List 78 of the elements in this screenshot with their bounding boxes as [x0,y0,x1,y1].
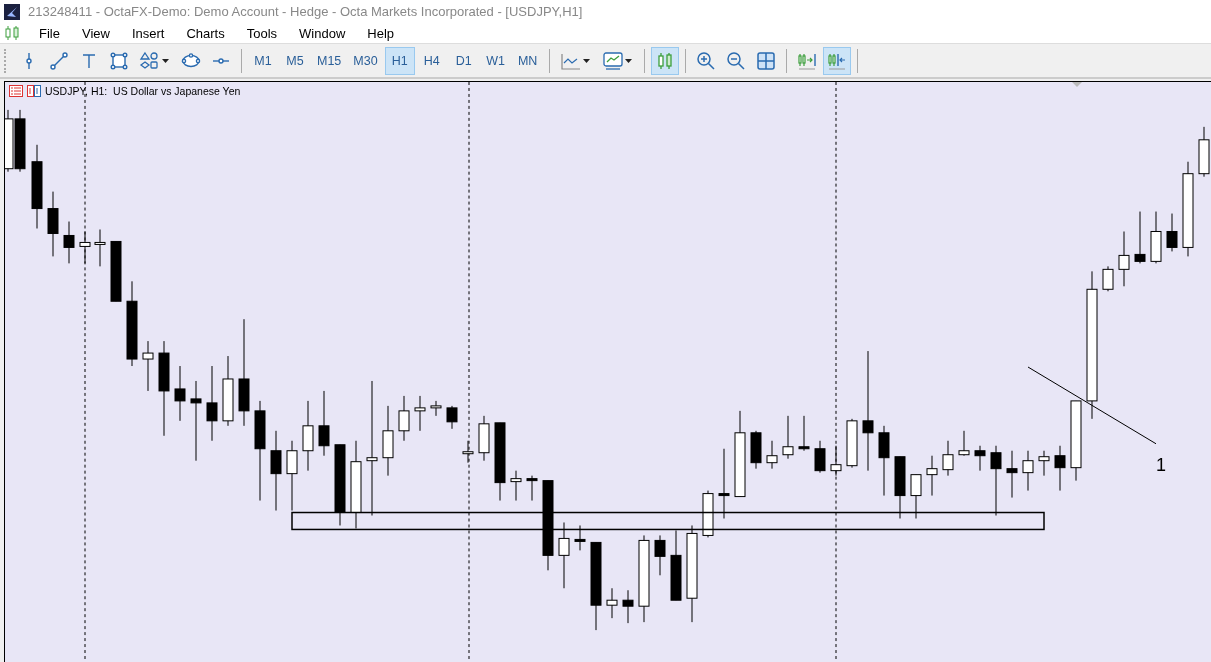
candlestick [718,448,730,519]
candlestick [478,415,490,462]
candlestick [414,395,426,432]
candlestick [894,456,906,519]
candlestick [574,524,586,551]
candlestick [654,534,666,576]
candlestick [606,587,618,619]
candlestick [1022,450,1034,492]
candlestick [510,470,522,502]
candlestick [830,445,842,477]
candlestick [990,445,1002,516]
menu-item[interactable]: View [70,25,121,41]
candlestick [79,231,91,264]
app-logo-icon [4,3,20,20]
candlestick [942,440,954,477]
timeframe-button[interactable]: M5 [280,46,310,75]
menu-item[interactable]: Window [288,25,357,41]
candlestick [846,418,858,469]
candlestick [798,415,810,452]
timeframe-button[interactable]: M15 [312,46,347,75]
candlestick [94,229,106,267]
candlestick [670,529,682,601]
menu-item[interactable]: Insert [120,25,176,41]
triangle-marker-icon [1072,82,1082,87]
candlestick [63,221,75,264]
candlestick [974,445,986,472]
menu-item[interactable]: File [28,25,71,41]
candlestick [1038,450,1050,477]
candlestick [622,589,634,624]
chart-window-icon [27,85,41,97]
candlestick [1102,265,1114,292]
candlestick [110,240,122,302]
candlestick [382,405,394,477]
candlestick [142,340,154,392]
chart-symbol-label: USDJPY, H1: US Dollar vs Japanese Yen [45,85,241,97]
timeframe-button[interactable]: MN [512,46,543,75]
list-icon [9,85,23,97]
candlestick [702,490,714,538]
candlestick [958,430,970,457]
menu-item[interactable]: Help [356,25,406,41]
candlestick [1150,211,1162,264]
candlestick [926,455,938,497]
window-title: 213248411 - OctaFX-Demo: Demo Account - Hedge - Octa Markets Incorporated - [USDJPY,H1] [28,4,583,19]
menu-item[interactable]: Tools [235,25,289,41]
candlestick [526,475,538,502]
candlestick [766,440,778,470]
candlestick-chart-icon[interactable] [650,46,679,75]
menu-item[interactable]: Charts [175,25,236,41]
candlestick [1118,231,1130,287]
candlestick [462,440,474,464]
timeframe-button[interactable]: M30 [348,46,383,75]
candlestick [286,440,298,511]
candlestick [782,415,794,460]
timeframe-button[interactable]: D1 [448,46,479,75]
candlestick [222,355,234,427]
timeframe-button[interactable]: W1 [480,46,511,75]
candlestick [1166,213,1178,252]
candlestick [1134,211,1146,264]
candlestick [174,365,186,422]
candlestick [398,395,410,442]
candlestick [910,474,922,519]
candlestick [1054,445,1066,492]
timeframe-button[interactable]: H4 [416,46,447,75]
candlestick [47,191,59,257]
timeframe-button[interactable]: M1 [248,46,278,75]
chart-shift-icon[interactable] [822,46,851,75]
candlestick [302,400,314,472]
candlestick [814,440,826,474]
candlestick [1006,450,1018,499]
candlestick [878,425,890,497]
candlestick [14,109,26,173]
candlestick [430,400,442,417]
timeframe-button[interactable]: H1 [384,46,415,75]
candlestick [750,430,762,470]
candlestick [558,522,570,589]
annotation-label: 1 [1156,454,1166,475]
candlestick [318,390,330,457]
candlestick [446,405,458,430]
